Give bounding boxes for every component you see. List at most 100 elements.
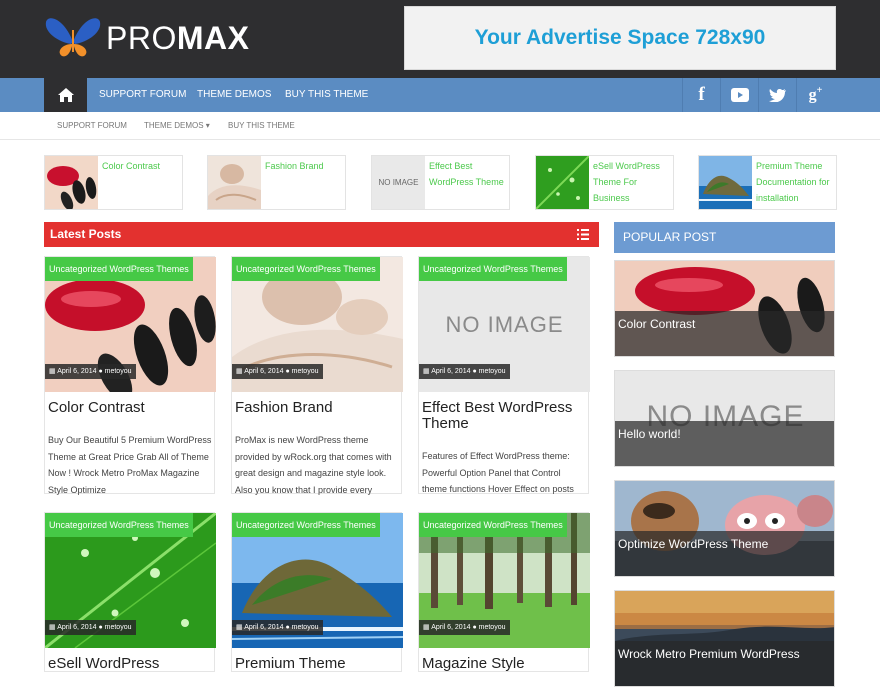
- post-author[interactable]: metoyou: [105, 368, 132, 375]
- featured-thumbnail[interactable]: [45, 156, 98, 209]
- calendar-icon: ▦: [236, 624, 243, 631]
- calendar-icon: ▦: [49, 624, 56, 631]
- youtube-icon: [730, 88, 749, 102]
- popular-post-title[interactable]: Hello world!: [615, 421, 834, 466]
- post-title[interactable]: eSell WordPress: [48, 656, 213, 672]
- twitter-button[interactable]: [758, 78, 796, 112]
- post-date: April 6, 2014: [431, 624, 471, 631]
- post-date: April 6, 2014: [244, 368, 284, 375]
- nav-theme-demos[interactable]: THEME DEMOS: [197, 78, 271, 112]
- featured-item[interactable]: eSell WordPress Theme For Business: [535, 155, 674, 210]
- post-meta: ▦ April 6, 2014 ● metoyou: [45, 364, 136, 379]
- user-icon: ●: [472, 368, 477, 375]
- logo-text-light: PRO: [106, 20, 177, 56]
- site-header: PROMAX Your Advertise Space 728x90: [0, 0, 880, 78]
- featured-thumbnail[interactable]: NO IMAGE: [372, 156, 425, 209]
- logo-text: PROMAX: [106, 20, 249, 57]
- subnav-buy-this-theme[interactable]: BUY THIS THEME: [228, 112, 295, 140]
- post-date: April 6, 2014: [57, 624, 97, 631]
- googleplus-button[interactable]: g+: [796, 78, 834, 112]
- featured-title[interactable]: eSell WordPress Theme For Business: [593, 158, 673, 206]
- post-card[interactable]: Uncategorized WordPress Themes ▦ April 6…: [44, 512, 216, 672]
- googleplus-icon: g+: [808, 85, 823, 104]
- popular-post-item[interactable]: NO IMAGE Hello world!: [614, 370, 835, 467]
- featured-title[interactable]: Color Contrast: [102, 158, 182, 174]
- featured-thumbnail[interactable]: [536, 156, 589, 209]
- post-excerpt: Buy Our Beautiful 5 Premium WordPress Th…: [48, 435, 212, 495]
- post-title[interactable]: Premium Theme: [235, 656, 400, 672]
- nav-support-forum[interactable]: SUPPORT FORUM: [99, 78, 186, 112]
- post-meta: ▦ April 6, 2014 ● metoyou: [232, 620, 323, 635]
- featured-title[interactable]: Fashion Brand: [265, 158, 345, 174]
- post-card[interactable]: Uncategorized WordPress Themes ▦ April 6…: [44, 256, 216, 495]
- home-button[interactable]: [44, 78, 87, 112]
- post-author[interactable]: metoyou: [292, 624, 319, 631]
- youtube-button[interactable]: [720, 78, 758, 112]
- popular-post-item[interactable]: Color Contrast: [614, 260, 835, 357]
- popular-post-heading: POPULAR POST: [614, 222, 835, 253]
- post-categories[interactable]: Uncategorized WordPress Themes: [45, 513, 193, 537]
- featured-title[interactable]: Premium Theme Documentation for installa…: [756, 158, 836, 206]
- logo-text-bold: MAX: [176, 20, 250, 56]
- post-excerpt: ProMax is new WordPress theme provided b…: [235, 435, 392, 495]
- featured-thumbnail[interactable]: [208, 156, 261, 209]
- featured-title[interactable]: Effect Best WordPress Theme: [429, 158, 509, 190]
- facebook-button[interactable]: f: [682, 78, 720, 112]
- post-categories[interactable]: Uncategorized WordPress Themes: [419, 513, 567, 537]
- post-card[interactable]: NO IMAGE Uncategorized WordPress Themes …: [418, 256, 590, 494]
- post-card[interactable]: Uncategorized WordPress Themes ▦ April 6…: [231, 256, 403, 495]
- subnav-support-forum[interactable]: SUPPORT FORUM: [57, 112, 127, 140]
- post-title[interactable]: Effect Best WordPress Theme: [422, 400, 587, 432]
- post-title[interactable]: Color Contrast: [48, 400, 213, 416]
- calendar-icon: ▦: [49, 368, 56, 375]
- post-meta: ▦ April 6, 2014 ● metoyou: [45, 620, 136, 635]
- post-meta: ▦ April 6, 2014 ● metoyou: [232, 364, 323, 379]
- secondary-navigation: SUPPORT FORUM THEME DEMOS ▾ BUY THIS THE…: [0, 112, 880, 140]
- featured-item[interactable]: Fashion Brand: [207, 155, 346, 210]
- twitter-icon: [768, 89, 786, 102]
- latest-posts-title: Latest Posts: [50, 227, 122, 241]
- popular-post-item[interactable]: Wrock Metro Premium WordPress: [614, 590, 835, 687]
- facebook-icon: f: [698, 84, 705, 105]
- subnav-theme-demos[interactable]: THEME DEMOS ▾: [144, 112, 210, 140]
- no-image-placeholder: NO IMAGE: [372, 156, 425, 209]
- user-icon: ●: [285, 368, 290, 375]
- post-author[interactable]: metoyou: [479, 624, 506, 631]
- post-categories[interactable]: Uncategorized WordPress Themes: [232, 513, 380, 537]
- post-author[interactable]: metoyou: [292, 368, 319, 375]
- post-categories[interactable]: Uncategorized WordPress Themes: [419, 257, 567, 281]
- latest-posts-header: Latest Posts: [44, 222, 599, 247]
- user-icon: ●: [472, 624, 477, 631]
- advertise-banner[interactable]: Your Advertise Space 728x90: [404, 6, 836, 70]
- calendar-icon: ▦: [423, 368, 430, 375]
- post-meta: ▦ April 6, 2014 ● metoyou: [419, 620, 510, 635]
- post-date: April 6, 2014: [244, 624, 284, 631]
- featured-thumbnail[interactable]: [699, 156, 752, 209]
- popular-post-title[interactable]: Color Contrast: [615, 311, 834, 356]
- calendar-icon: ▦: [423, 624, 430, 631]
- post-card[interactable]: Uncategorized WordPress Themes ▦ April 6…: [231, 512, 403, 672]
- user-icon: ●: [98, 368, 103, 375]
- post-author[interactable]: metoyou: [479, 368, 506, 375]
- featured-item[interactable]: Premium Theme Documentation for installa…: [698, 155, 837, 210]
- post-author[interactable]: metoyou: [105, 624, 132, 631]
- featured-item[interactable]: NO IMAGE Effect Best WordPress Theme: [371, 155, 510, 210]
- post-title[interactable]: Magazine Style: [422, 656, 587, 672]
- user-icon: ●: [285, 624, 290, 631]
- featured-item[interactable]: Color Contrast: [44, 155, 183, 210]
- calendar-icon: ▦: [236, 368, 243, 375]
- post-meta: ▦ April 6, 2014 ● metoyou: [419, 364, 510, 379]
- post-categories[interactable]: Uncategorized WordPress Themes: [45, 257, 193, 281]
- popular-post-title[interactable]: Wrock Metro Premium WordPress: [615, 641, 834, 686]
- post-date: April 6, 2014: [431, 368, 471, 375]
- popular-post-item[interactable]: Optimize WordPress Theme: [614, 480, 835, 577]
- popular-post-title[interactable]: Optimize WordPress Theme: [615, 531, 834, 576]
- nav-buy-this-theme[interactable]: BUY THIS THEME: [285, 78, 368, 112]
- list-view-icon[interactable]: [577, 229, 589, 240]
- site-logo[interactable]: PROMAX: [44, 12, 254, 60]
- post-date: April 6, 2014: [57, 368, 97, 375]
- post-categories[interactable]: Uncategorized WordPress Themes: [232, 257, 380, 281]
- post-title[interactable]: Fashion Brand: [235, 400, 400, 416]
- butterfly-logo-icon: [45, 18, 101, 57]
- post-card[interactable]: Uncategorized WordPress Themes ▦ April 6…: [418, 512, 590, 672]
